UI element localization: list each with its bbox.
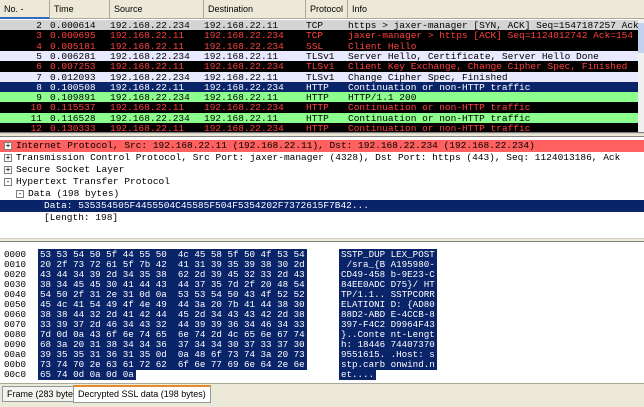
tree-item-label: Internet Protocol, Src: 192.168.22.11 (1… bbox=[16, 140, 535, 151]
collapse-icon[interactable]: - bbox=[16, 190, 24, 198]
expand-icon[interactable]: + bbox=[4, 142, 12, 150]
packet-row[interactable]: 12 0.130333 192.168.22.11 192.168.22.234 HTT… bbox=[0, 123, 644, 133]
scrollbar-thumb[interactable] bbox=[638, 23, 644, 53]
packet-destination: 192.168.22.234 bbox=[204, 123, 284, 133]
tree-item[interactable]: - Data (198 bytes) bbox=[0, 188, 644, 200]
tree-item[interactable]: - Hypertext Transfer Protocol bbox=[0, 176, 644, 188]
packet-time: 0.130333 bbox=[50, 123, 96, 133]
tree-item-label: Data: 535354505F4455504C45585F504F535420… bbox=[44, 200, 369, 211]
tree-item[interactable]: + Secure Socket Layer bbox=[0, 164, 644, 176]
hex-bytes[interactable]: 65 74 0d 0a 0d 0a bbox=[38, 369, 136, 380]
column-header-time[interactable]: Time bbox=[50, 0, 110, 19]
tree-item-label: Transmission Control Protocol, Src Port:… bbox=[16, 152, 621, 163]
packet-list-scrollbar[interactable] bbox=[638, 19, 644, 132]
tree-item-label: Hypertext Transfer Protocol bbox=[16, 176, 170, 187]
packet-protocol: HTTP bbox=[306, 123, 329, 133]
expand-icon[interactable]: + bbox=[4, 154, 12, 162]
column-header-destination[interactable]: Destination bbox=[204, 0, 306, 19]
packet-list[interactable]: No. - Time Source Destination Protocol I… bbox=[0, 0, 644, 133]
tree-item[interactable]: + Transmission Control Protocol, Src Port… bbox=[0, 152, 644, 164]
pane-splitter-top[interactable] bbox=[0, 133, 644, 137]
tree-item[interactable]: Data: 535354505F4455504C45585F504F535420… bbox=[0, 200, 644, 212]
tree-item[interactable]: + Internet Protocol, Src: 192.168.22.11 (… bbox=[0, 140, 644, 152]
hex-line: 00c0 65 74 0d 0a 0d 0a et.... bbox=[0, 369, 644, 380]
packet-details-tree[interactable]: + Internet Protocol, Src: 192.168.22.11 (… bbox=[0, 138, 644, 238]
hex-ascii[interactable]: et.... bbox=[339, 369, 377, 380]
packet-number: 12 bbox=[30, 123, 42, 133]
tree-item-label: [Length: 198] bbox=[44, 212, 119, 223]
collapse-icon[interactable]: - bbox=[4, 178, 12, 186]
bytes-tab-bar: Frame (283 bytes) Decrypted SSL data (19… bbox=[0, 383, 644, 407]
packet-bytes-pane[interactable]: 0000 53 53 54 50 5f 44 55 50 4c 45 58 5f … bbox=[0, 243, 644, 383]
pane-splitter-bottom[interactable] bbox=[0, 238, 644, 242]
column-header-source[interactable]: Source bbox=[110, 0, 204, 19]
packet-source: 192.168.22.11 bbox=[110, 123, 185, 133]
tree-item-label: Data (198 bytes) bbox=[28, 188, 120, 199]
column-header-no[interactable]: No. - bbox=[0, 0, 50, 19]
column-header-info[interactable]: Info bbox=[348, 0, 644, 19]
tree-item-label: Secure Socket Layer bbox=[16, 164, 125, 175]
packet-info: Continuation or non-HTTP traffic bbox=[348, 123, 531, 133]
expand-icon[interactable]: + bbox=[4, 166, 12, 174]
column-header-protocol[interactable]: Protocol bbox=[306, 0, 348, 19]
packet-list-header: No. - Time Source Destination Protocol I… bbox=[0, 0, 644, 19]
tab-decrypted-ssl[interactable]: Decrypted SSL data (198 bytes) bbox=[73, 385, 211, 403]
tree-item[interactable]: [Length: 198] bbox=[0, 212, 644, 224]
hex-offset[interactable]: 00c0 bbox=[4, 369, 26, 380]
